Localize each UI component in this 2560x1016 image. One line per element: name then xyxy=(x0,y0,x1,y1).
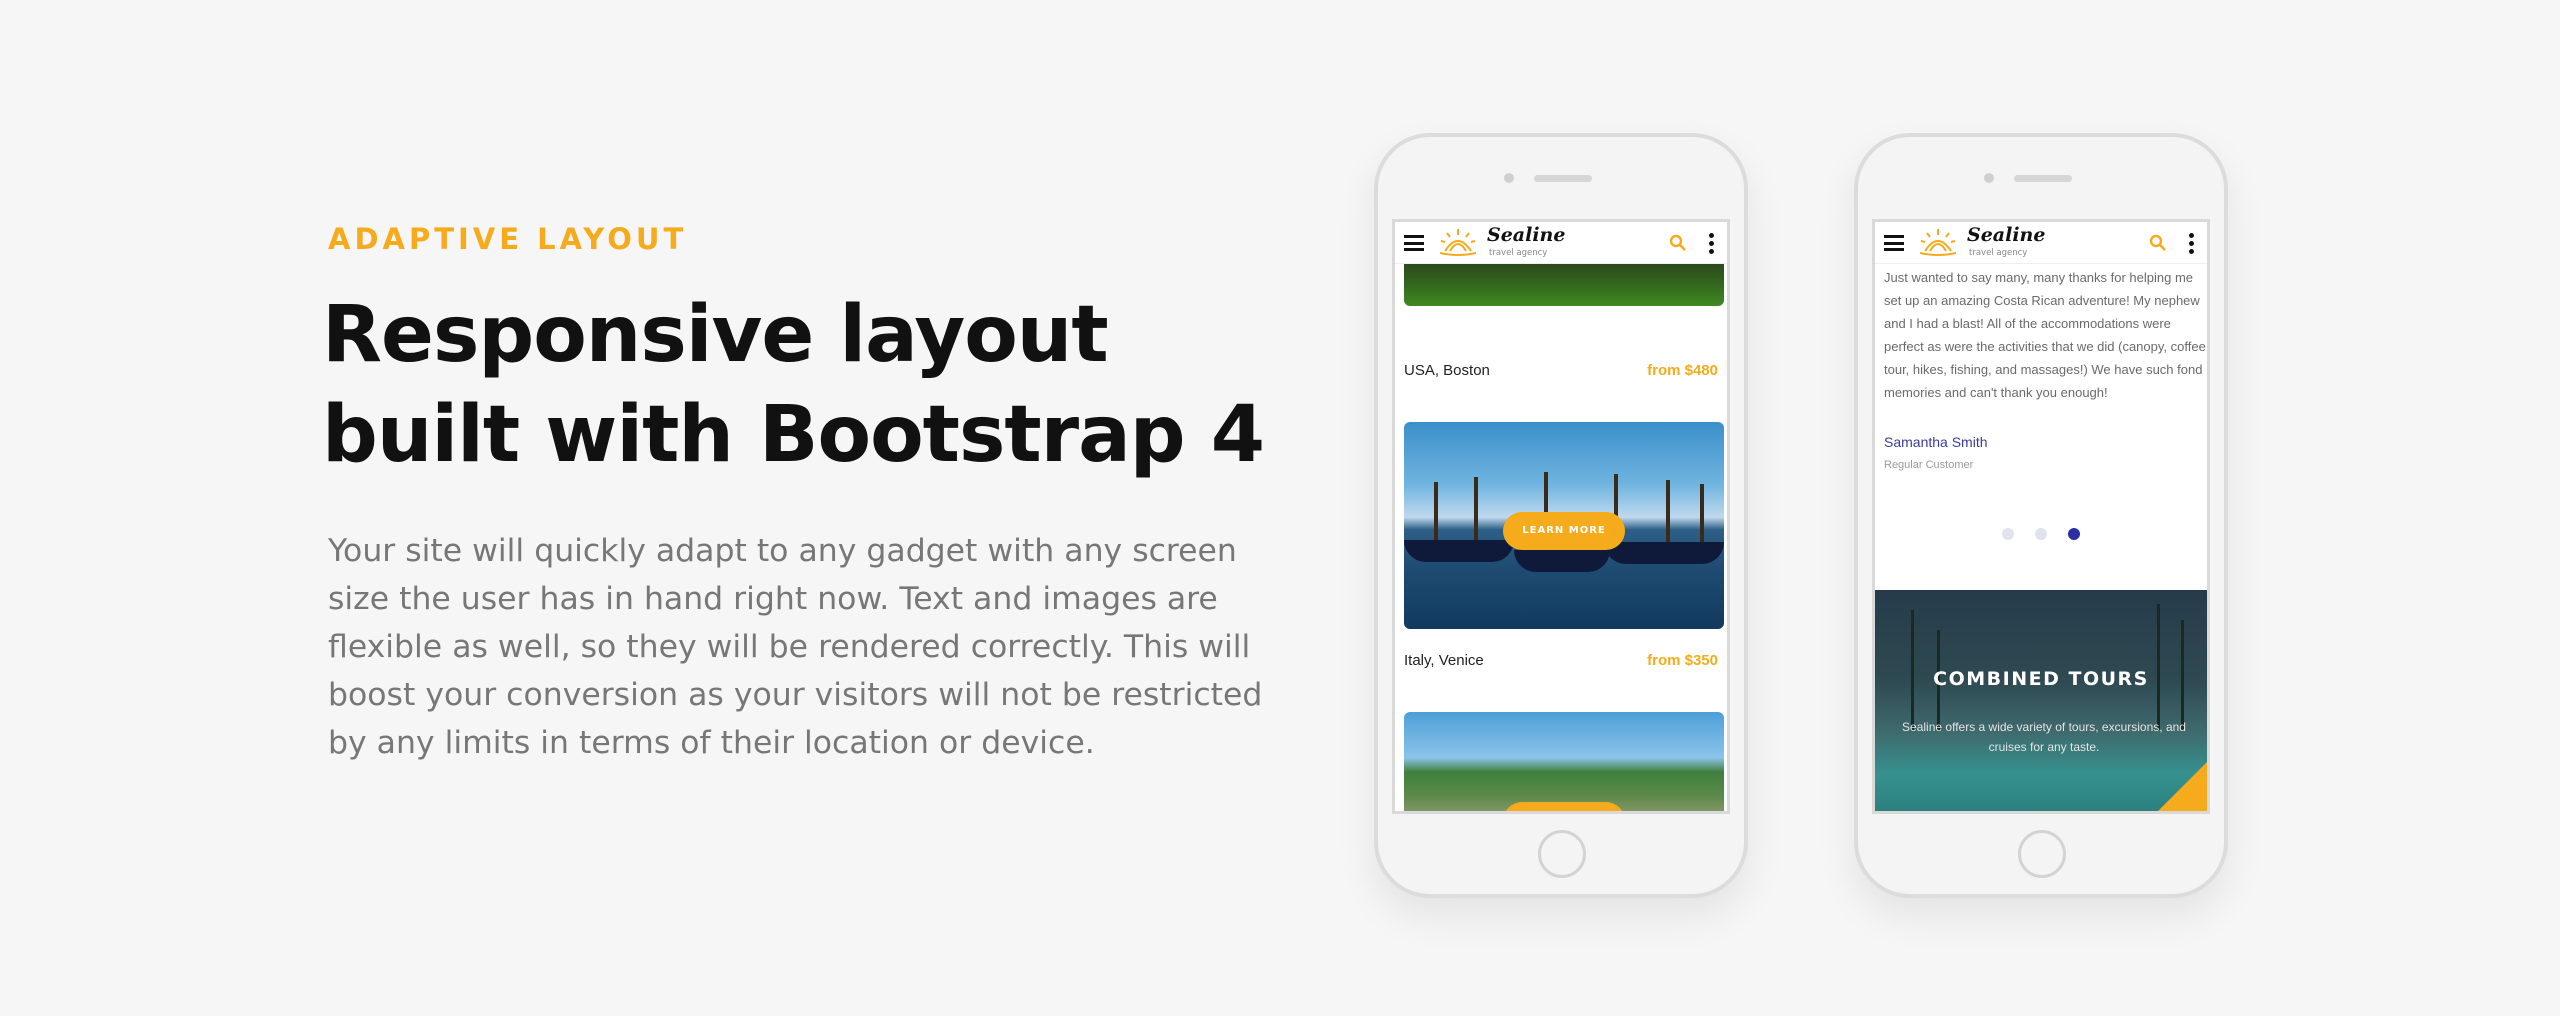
tour-image-venice[interactable]: LEARN MORE xyxy=(1404,422,1724,629)
tour-location: USA, Boston xyxy=(1404,362,1490,379)
section-eyebrow: ADAPTIVE LAYOUT xyxy=(328,222,688,256)
tour-price: from $350 xyxy=(1647,652,1718,669)
phone-mockup-testimonials: Sealine travel agency Just wanted to say… xyxy=(1854,133,2228,898)
phone-home-button xyxy=(2018,830,2066,878)
more-vertical-icon[interactable] xyxy=(1709,233,1715,255)
carousel-dot[interactable] xyxy=(2001,528,2014,540)
phone-screen: Sealine travel agency Just wanted to say… xyxy=(1872,219,2210,814)
carousel-dot[interactable] xyxy=(2035,528,2047,540)
brand-tagline: travel agency xyxy=(1969,248,2028,258)
logo-mark[interactable] xyxy=(1437,227,1479,259)
carousel-pagination xyxy=(1875,525,2207,544)
brand-name[interactable]: Sealine xyxy=(1967,224,2045,246)
search-icon[interactable] xyxy=(1669,234,1687,252)
testimonial-text: Just wanted to say many, many thanks for… xyxy=(1884,270,2206,400)
phone-camera xyxy=(1984,173,1994,183)
corner-ribbon[interactable] xyxy=(2149,762,2207,811)
site-navbar: Sealine travel agency xyxy=(1875,222,2207,264)
hamburger-icon[interactable] xyxy=(1404,235,1424,251)
phone-speaker xyxy=(1534,175,1592,182)
learn-more-button[interactable]: LEARN MORE xyxy=(1503,512,1625,550)
headline-line-1: Responsive layout xyxy=(322,290,1109,380)
carousel-dot-active[interactable] xyxy=(2068,528,2081,540)
tour-price: from $480 xyxy=(1647,362,1718,379)
more-vertical-icon[interactable] xyxy=(2189,233,2195,255)
phone-camera xyxy=(1504,173,1514,183)
hamburger-icon[interactable] xyxy=(1884,235,1904,251)
page-headline: Responsive layout built with Bootstrap 4 xyxy=(322,285,1302,485)
headline-line-2: built with Bootstrap 4 xyxy=(322,390,1265,480)
section-description: Your site will quickly adapt to any gadg… xyxy=(328,533,1263,761)
testimonial-author: Samantha Smith xyxy=(1884,434,1988,450)
learn-more-button[interactable] xyxy=(1503,802,1625,811)
site-navbar: Sealine travel agency xyxy=(1395,222,1727,264)
combined-tours-banner[interactable]: COMBINED TOURS Sealine offers a wide var… xyxy=(1875,590,2207,811)
phone-speaker xyxy=(2014,175,2072,182)
phone-home-button xyxy=(1538,830,1586,878)
tour-location: Italy, Venice xyxy=(1404,652,1484,669)
testimonial-role: Regular Customer xyxy=(1884,459,1974,471)
tour-image-coast[interactable] xyxy=(1404,712,1724,811)
phone-screen: Sealine travel agency USA, Boston from $… xyxy=(1392,219,1730,814)
tours-title: COMBINED TOURS xyxy=(1933,668,2149,690)
search-icon[interactable] xyxy=(2149,234,2167,252)
phone-mockup-tours-list: Sealine travel agency USA, Boston from $… xyxy=(1374,133,1748,898)
brand-name[interactable]: Sealine xyxy=(1487,224,1565,246)
tours-description: Sealine offers a wide variety of tours, … xyxy=(1902,720,2186,754)
brand-tagline: travel agency xyxy=(1489,248,1548,258)
logo-mark[interactable] xyxy=(1917,227,1959,259)
